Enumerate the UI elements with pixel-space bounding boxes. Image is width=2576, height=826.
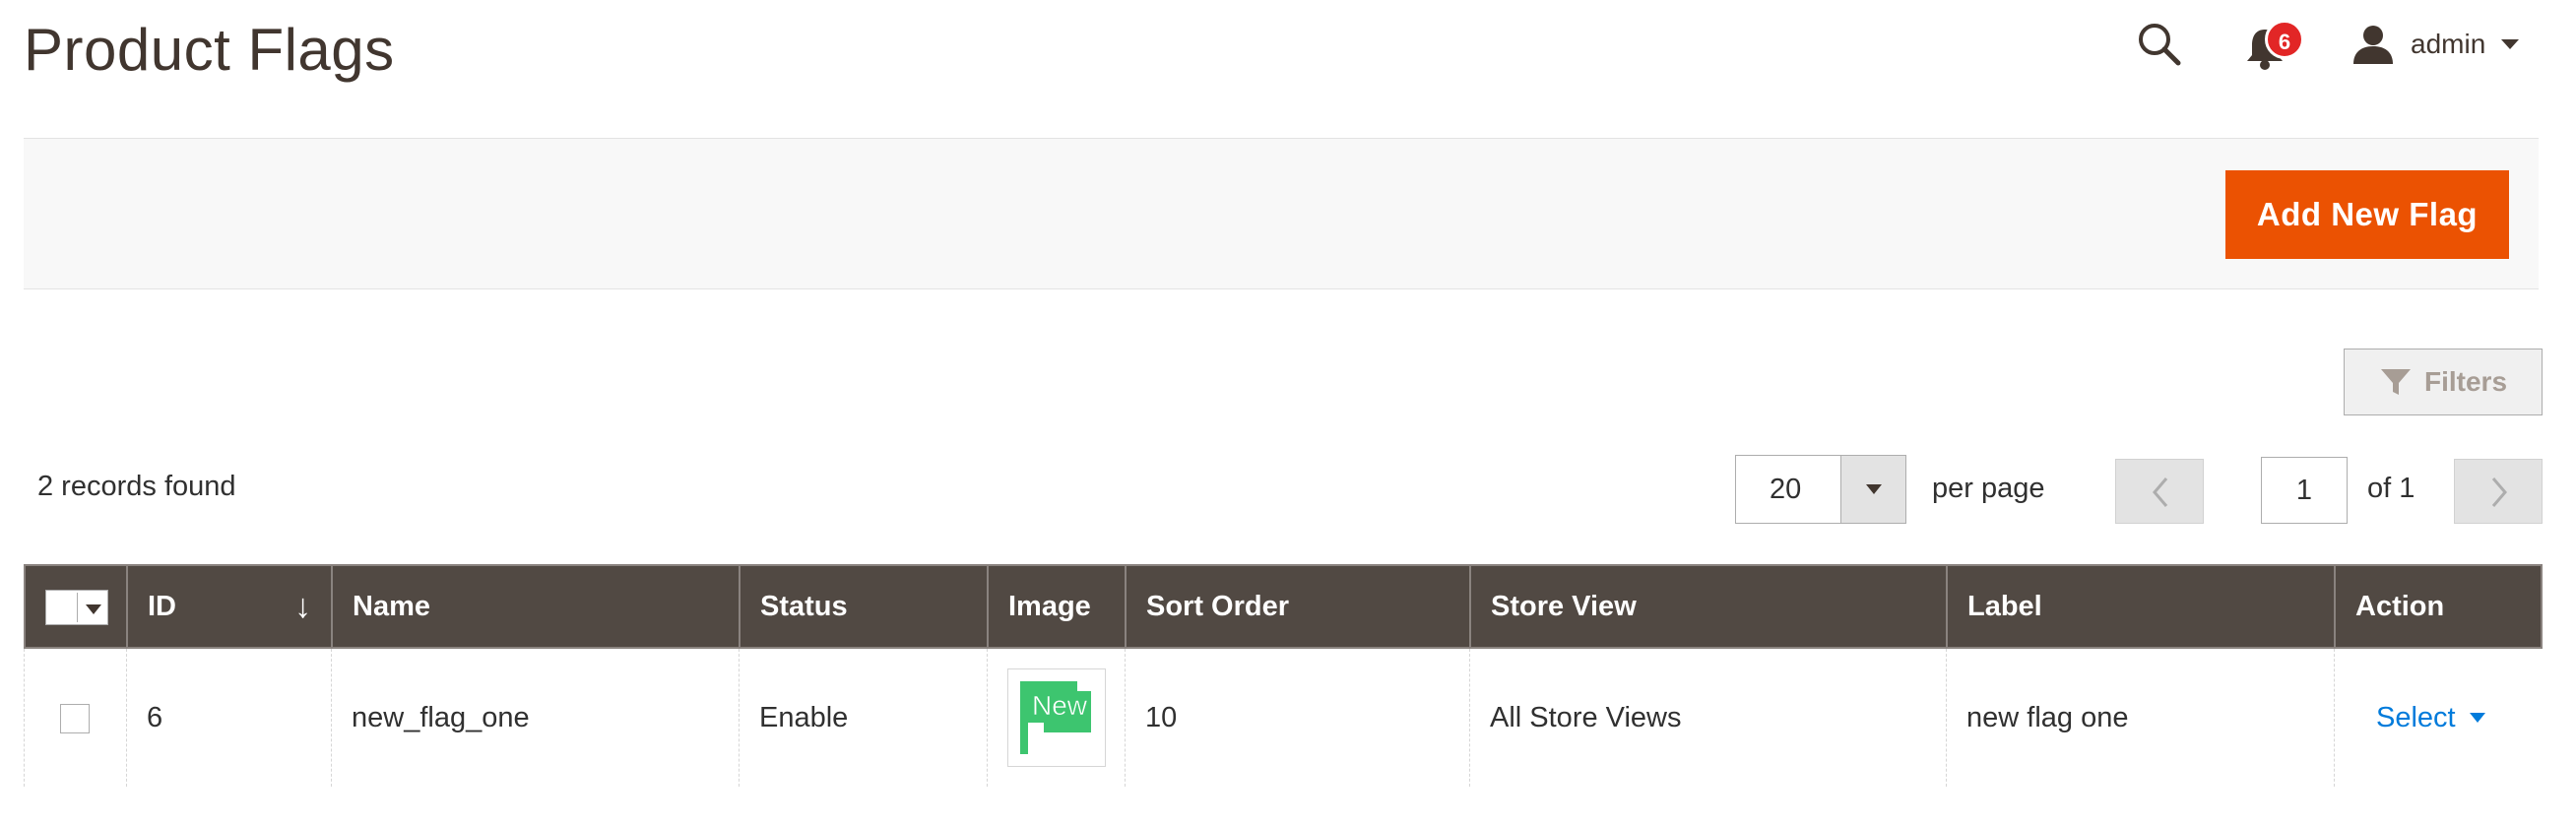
cell-image: New [988, 649, 1126, 787]
chevron-down-icon [2501, 39, 2520, 49]
cell-id: 6 [127, 649, 332, 787]
chevron-down-icon [86, 604, 101, 614]
cell-label: new flag one [1947, 649, 2335, 787]
page-title: Product Flags [24, 17, 395, 83]
cell-action: Select [2335, 649, 2540, 787]
column-header-status[interactable]: Status [741, 566, 989, 647]
filters-button[interactable]: Filters [2344, 349, 2543, 415]
column-header-store-view[interactable]: Store View [1471, 566, 1948, 647]
chevron-down-icon [2469, 713, 2485, 723]
chevron-left-icon [2153, 477, 2168, 507]
table-row[interactable]: 6 new_flag_one Enable New 10 All Store V… [24, 649, 2543, 787]
per-page-toggle[interactable] [1840, 456, 1905, 523]
column-header-label[interactable]: Label [1948, 566, 2336, 647]
previous-page-button[interactable] [2115, 459, 2204, 524]
column-header-image[interactable]: Image [989, 566, 1127, 647]
flag-thumbnail[interactable]: New [1007, 668, 1106, 767]
column-header-name[interactable]: Name [333, 566, 741, 647]
row-checkbox[interactable] [60, 704, 90, 733]
admin-user-name: admin [2411, 29, 2486, 59]
row-action-select[interactable]: Select [2354, 649, 2540, 787]
row-select-cell [25, 649, 127, 787]
flag-icon: New [1020, 681, 1091, 754]
admin-user-menu[interactable]: admin [2351, 20, 2520, 69]
column-header-id[interactable]: ID ↓ [128, 566, 333, 647]
column-mass-select[interactable] [26, 566, 128, 647]
current-page-input[interactable]: 1 [2261, 457, 2348, 524]
chevron-right-icon [2491, 477, 2507, 507]
per-page-select[interactable]: 20 [1735, 455, 1906, 524]
select-all-checkbox[interactable] [48, 593, 78, 622]
per-page-value: 20 [1770, 474, 1802, 505]
cell-sort-order: 10 [1126, 649, 1470, 787]
flag-image-text: New [1032, 690, 1088, 721]
column-header-sort-order[interactable]: Sort Order [1127, 566, 1471, 647]
chevron-down-icon [1866, 484, 1882, 494]
search-button[interactable] [2135, 20, 2184, 69]
total-pages: of 1 [2367, 473, 2415, 504]
row-action-label: Select [2376, 702, 2456, 733]
per-page-label: per page [1932, 473, 2045, 504]
column-header-action: Action [2355, 591, 2445, 622]
user-icon [2353, 26, 2393, 64]
mass-select-dropdown[interactable] [45, 590, 108, 625]
records-found: 2 records found [37, 471, 236, 502]
notification-count-badge[interactable]: 6 [2265, 20, 2304, 59]
search-icon [2139, 24, 2181, 66]
product-flags-grid: ID ↓ Name Status Image Sort Order Store … [24, 564, 2543, 787]
filters-label: Filters [2423, 366, 2508, 397]
column-header-label: ID [148, 591, 176, 622]
page-actions-bar: Add New Flag [24, 138, 2539, 289]
sort-arrow-icon: ↓ [294, 588, 311, 625]
next-page-button[interactable] [2454, 459, 2543, 524]
grid-header: ID ↓ Name Status Image Sort Order Store … [24, 564, 2543, 649]
add-new-flag-button[interactable]: Add New Flag [2225, 170, 2509, 259]
cell-name: new_flag_one [332, 649, 740, 787]
cell-status: Enable [740, 649, 988, 787]
filter-icon [2380, 369, 2411, 395]
cell-store-view: All Store Views [1470, 649, 1947, 787]
